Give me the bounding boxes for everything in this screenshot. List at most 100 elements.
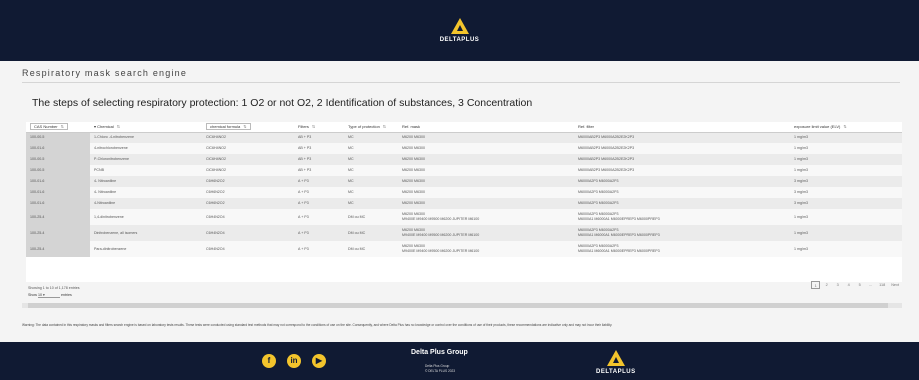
ref-mask-cell: M6200 M6300 bbox=[398, 143, 574, 154]
filters-cell: AB + P3 bbox=[298, 157, 312, 161]
chemical-cell: 1,4-dinitrobenzene bbox=[94, 214, 124, 219]
formula-cell: C6H6N2O2 bbox=[206, 179, 225, 183]
ref-mask-cell: M6200 M6300 bbox=[398, 198, 574, 209]
exposure-cell: 3 mg/m3 bbox=[794, 201, 808, 205]
ref-mask-cell: M6200 M6300 bbox=[398, 187, 574, 198]
column-header-ref-mask[interactable]: Ref. mask bbox=[398, 122, 574, 133]
cas-cell: 100-00-5 bbox=[26, 154, 90, 165]
column-header-protection[interactable]: Type of protection ⇅ bbox=[344, 122, 398, 133]
protection-cell: MC bbox=[348, 157, 354, 161]
page-button[interactable]: 2 bbox=[822, 281, 831, 289]
footer-logo[interactable]: DELTAPLUS bbox=[596, 350, 636, 375]
table-row[interactable]: 100-01-6 4- Nitroaniline C6H6N2O2 A + P3 MC M… bbox=[26, 187, 902, 198]
footer-line-1: Delta Plus Group bbox=[425, 364, 450, 368]
header-logo-text[interactable]: DELTAPLUS bbox=[440, 37, 480, 43]
cas-cell: 100-01-6 bbox=[26, 176, 90, 187]
chemical-cell: 4- Nitroaniline bbox=[94, 190, 117, 194]
facebook-icon[interactable]: f bbox=[262, 354, 276, 368]
page-button[interactable]: 5 bbox=[855, 281, 864, 289]
linkedin-icon[interactable]: in bbox=[287, 354, 301, 368]
formula-cell: ClC6H4NO2 bbox=[206, 135, 226, 140]
exposure-cell: 1 mg/m3 bbox=[794, 230, 808, 235]
youtube-icon[interactable]: ▶ bbox=[312, 354, 326, 368]
formula-cell: ClC6H4NO2 bbox=[206, 146, 226, 150]
sort-icon: ⇅ bbox=[243, 124, 247, 130]
protection-cell: MC bbox=[348, 146, 354, 150]
footer-copyright: © DELTA PLUS 2023 bbox=[425, 369, 456, 373]
exposure-cell: 1 mg/m3 bbox=[794, 246, 808, 251]
page-button[interactable]: 3 bbox=[833, 281, 842, 289]
table-info: Showing 1 to 10 of 1,178 entries bbox=[28, 286, 80, 290]
ref-filter-line: M6000A1 M6000A1 M6000EPREP3 M6000PREP3 bbox=[578, 233, 660, 237]
column-header-filters[interactable]: Filters ⇅ bbox=[294, 122, 344, 133]
cas-cell: 100-01-6 bbox=[26, 198, 90, 209]
table-row[interactable]: 100-25-4 Para-dinitrobenzene C6H4N2O4 A + P… bbox=[26, 241, 902, 257]
page-button[interactable]: 1 bbox=[811, 281, 821, 289]
title-divider bbox=[22, 82, 900, 83]
warning-text: Warning: The data contained in this resp… bbox=[22, 323, 613, 327]
page-button[interactable]: 118 bbox=[877, 281, 887, 289]
table-header-row: CAS Number ⇅ ▾ Chemical ⇅ chemical formula… bbox=[26, 122, 902, 133]
chevron-down-icon: ▾ bbox=[43, 293, 45, 297]
protection-cell: MC bbox=[348, 135, 354, 140]
column-header-formula[interactable]: chemical formula ⇅ bbox=[202, 122, 294, 133]
filters-cell: A + P3 bbox=[298, 190, 309, 194]
exposure-cell: 1 mg/m3 bbox=[794, 168, 808, 172]
ref-mask-cell: M6200 M6300 M9400E M9400 M9500 M6200 JUPI… bbox=[398, 209, 574, 225]
ref-mask-cell: M6200 M6300 bbox=[398, 176, 574, 187]
pagination: 1 2 3 4 5... 118 Next bbox=[811, 281, 901, 289]
formula-cell: C6H6N2O2 bbox=[206, 201, 225, 205]
results-table-container: CAS Number ⇅ ▾ Chemical ⇅ chemical formula… bbox=[26, 122, 902, 282]
ref-filter-cell: M6000A2P3 M6000A2P3 bbox=[574, 198, 790, 209]
horizontal-scrollbar[interactable] bbox=[22, 303, 902, 308]
table-row[interactable]: 100-00-5 P-Chloronitrobenzene ClC6H4NO2 AB … bbox=[26, 154, 902, 165]
delta-plus-logo-icon[interactable] bbox=[450, 18, 469, 34]
table-row[interactable]: 100-00-5 PCNB ClC6H4NO2 AB + P3 MC M6200 M630… bbox=[26, 165, 902, 176]
cas-filter-input[interactable]: CAS Number ⇅ bbox=[30, 123, 68, 131]
filters-cell: A + P3 bbox=[298, 246, 309, 251]
page-title: Respiratory mask search engine bbox=[22, 68, 188, 78]
ref-mask-line: M9400E M9400 M9500 M6200 JUPITER M6100 bbox=[402, 233, 480, 237]
exposure-cell: 1 mg/m3 bbox=[794, 146, 808, 150]
filters-cell: A + P3 bbox=[298, 230, 309, 235]
chemical-cell: Para-dinitrobenzene bbox=[94, 246, 127, 251]
ref-mask-line: M6200 M6300 bbox=[402, 190, 425, 194]
table-row[interactable]: 100-01-6 4- Nitroaniline C6H6N2O2 A + P3 MC M… bbox=[26, 176, 902, 187]
page-length-select[interactable]: 10 ▾ bbox=[38, 293, 60, 298]
column-header-cas[interactable]: CAS Number ⇅ bbox=[26, 122, 90, 133]
ref-mask-cell: M6200 M6300 M9400E M9400 M9500 M6200 JUPI… bbox=[398, 241, 574, 257]
ref-filter-cell: M6000AB2P3 M6000A2B2E2K2P3 bbox=[574, 143, 790, 154]
footer-logo-text: DELTAPLUS bbox=[596, 369, 636, 375]
ref-filter-line: M6000AB2P3 M6000A2B2E2K2P3 bbox=[578, 135, 635, 140]
next-page-button[interactable]: Next bbox=[889, 281, 901, 289]
formula-cell: C6H4N2O4 bbox=[206, 214, 225, 219]
ref-mask-line: M6200 M6300 bbox=[402, 157, 425, 161]
table-row[interactable]: 100-00-5 1-Chloro -4-nitrobenzene ClC6H4NO… bbox=[26, 132, 902, 143]
column-header-exposure[interactable]: exposure limit value (ELV) ⇅ bbox=[790, 122, 902, 133]
ref-filter-cell: M6000A2P3 M6000A2P3 bbox=[574, 176, 790, 187]
scrollbar-thumb[interactable] bbox=[28, 303, 888, 308]
cas-cell: 100-00-5 bbox=[26, 165, 90, 176]
page-button[interactable]: 4 bbox=[844, 281, 853, 289]
filters-cell: AB + P3 bbox=[298, 146, 312, 150]
cas-cell: 100-01-6 bbox=[26, 187, 90, 198]
column-header-chemical[interactable]: ▾ Chemical ⇅ bbox=[90, 122, 202, 133]
table-row[interactable]: 100-01-6 4-nitrochlorobenzene ClC6H4NO2 AB … bbox=[26, 143, 902, 154]
chemical-cell: 4-nitrochlorobenzene bbox=[94, 146, 128, 150]
table-row[interactable]: 100-25-4 Dinitrobenzene, all isomers C6H4N… bbox=[26, 225, 902, 241]
chemical-cell: P-Chloronitrobenzene bbox=[94, 157, 129, 161]
formula-filter-input[interactable]: chemical formula ⇅ bbox=[206, 123, 251, 131]
ref-mask-line: M6200 M6300 bbox=[402, 135, 425, 140]
column-header-ref-filter[interactable]: Ref. filter bbox=[574, 122, 790, 133]
ref-filter-line: M6000A2P3 M6000A2P3 bbox=[578, 179, 619, 183]
chemical-cell: 1-Chloro -4-nitrobenzene bbox=[94, 135, 134, 140]
table-body: 100-00-5 1-Chloro -4-nitrobenzene ClC6H4NO… bbox=[26, 132, 902, 257]
chemical-cell: Dinitrobenzene, all isomers bbox=[94, 230, 138, 235]
table-row[interactable]: 100-01-6 4-Nitroaniline C6H6N2O2 A + P3 MC M6… bbox=[26, 198, 902, 209]
site-header: DELTAPLUS bbox=[0, 0, 919, 61]
page-button: ... bbox=[869, 283, 873, 287]
ref-mask-line: M9400E M9400 M9500 M6200 JUPITER M6100 bbox=[402, 217, 480, 221]
ref-filter-line: M6000A2P3 M6000A2P3 bbox=[578, 190, 619, 194]
sort-icon: ⇅ bbox=[382, 124, 387, 130]
table-row[interactable]: 100-25-4 1,4-dinitrobenzene C6H4N2O4 A + P3… bbox=[26, 209, 902, 225]
